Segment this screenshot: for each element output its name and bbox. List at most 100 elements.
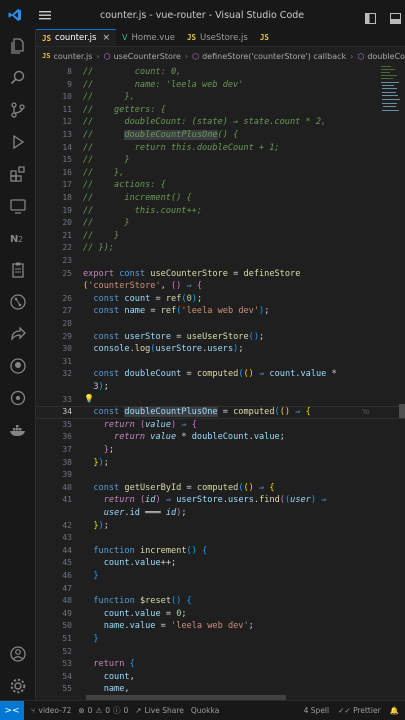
code-line[interactable]: // getters: { xyxy=(83,104,166,117)
remote-explorer-icon[interactable] xyxy=(0,190,36,222)
code-line[interactable]: }; xyxy=(83,444,114,457)
line-number: 18 xyxy=(62,193,72,202)
code-line[interactable]: return value * doubleCount.value; xyxy=(83,431,285,444)
github-icon[interactable] xyxy=(0,350,36,382)
code-editor[interactable]: 8 9 10 11 12 13 14 15 16 17 18 19 20 21 22 23 25 26 27 28 29… xyxy=(36,64,405,700)
code-line[interactable]: // }); xyxy=(83,242,114,255)
problems-indicator[interactable]: ⊗ 0 ⚠ 0 ⓘ 0 xyxy=(78,705,128,716)
code-line[interactable]: // }, xyxy=(83,91,135,104)
panel-toggle-icon[interactable] xyxy=(390,9,401,24)
timeline-icon[interactable] xyxy=(0,382,36,414)
code-line[interactable]: // } xyxy=(83,217,130,230)
layout-toggle-icon[interactable] xyxy=(365,9,376,24)
tab-counter-js[interactable]: JS counter.js × xyxy=(36,29,116,46)
code-line[interactable]: return (id) ⇒ userStore.users.find((user… xyxy=(83,494,327,507)
code-line[interactable]: const doubleCountPlusOne = computed(() ⇒… xyxy=(83,406,311,419)
code-line[interactable]: const doubleCount = computed(() ⇒ count.… xyxy=(83,368,336,381)
code-line[interactable]: // actions: { xyxy=(83,179,166,192)
code-line[interactable]: // } xyxy=(83,230,119,243)
live-share-button[interactable]: ↗ Live Share xyxy=(135,706,184,715)
code-line[interactable]: function increment() { xyxy=(83,545,207,558)
line-number: 28 xyxy=(62,319,72,328)
code-line[interactable]: // this.count++; xyxy=(83,205,202,218)
settings-gear-icon[interactable] xyxy=(0,670,36,702)
live-share-icon[interactable] xyxy=(0,318,36,350)
line-number: 42 xyxy=(62,520,72,530)
line-number: 53 xyxy=(62,659,72,669)
line-number: 9 xyxy=(67,79,72,89)
code-line[interactable]: export const useCounterStore = defineSto… xyxy=(83,268,300,281)
line-number xyxy=(42,280,72,293)
code-line[interactable]: const name = ref('leela web dev'); xyxy=(83,305,269,318)
code-line[interactable]: // return this.doubleCount + 1; xyxy=(83,142,280,155)
code-line[interactable]: count, xyxy=(83,671,135,684)
extensions-icon[interactable] xyxy=(0,158,36,190)
minimap[interactable] xyxy=(379,64,405,700)
git-branch[interactable]: ⑂ video-72 xyxy=(31,706,71,715)
code-line[interactable]: return (value) ⇒ { xyxy=(83,419,197,432)
lightbulb-icon[interactable]: 💡 xyxy=(84,394,94,403)
prettier-status[interactable]: ✓✓ Prettier xyxy=(338,706,381,715)
line-number: 47 xyxy=(62,583,72,593)
line-number: 29 xyxy=(62,331,72,341)
docker-icon[interactable] xyxy=(0,414,36,446)
remote-indicator[interactable]: >< xyxy=(0,701,24,720)
explorer-icon[interactable] xyxy=(0,30,36,62)
code-line[interactable]: const userStore = useUserStore(); xyxy=(83,331,264,344)
tab-home-vue[interactable]: V Home.vue xyxy=(116,29,181,46)
code-line[interactable]: }); xyxy=(83,520,109,533)
code-line[interactable]: // count: 0, xyxy=(83,66,181,79)
line-number: 27 xyxy=(62,306,72,316)
code-line[interactable]: }); xyxy=(83,457,109,470)
hamburger-menu-icon[interactable] xyxy=(30,0,60,30)
source-control-icon[interactable] xyxy=(0,94,36,126)
line-number xyxy=(42,381,72,394)
notifications-bell-icon[interactable]: 🔔 xyxy=(390,706,399,715)
line-number: 50 xyxy=(62,621,72,631)
run-debug-icon[interactable] xyxy=(0,126,36,158)
line-number: 21 xyxy=(62,230,72,240)
tab-usestore-js[interactable]: JS UseStore.js xyxy=(181,29,254,46)
clipboard-icon[interactable] xyxy=(0,254,36,286)
code-line[interactable]: user.id ═══ id); xyxy=(83,507,187,520)
breadcrumb-item[interactable]: defineStore('counterStore') callback xyxy=(202,52,346,61)
code-line[interactable]: // }, xyxy=(83,167,124,180)
code-line[interactable]: return { xyxy=(83,658,134,671)
code-line[interactable]: const count = ref(0); xyxy=(83,293,202,306)
code-line[interactable]: console.log(userStore.users); xyxy=(83,343,243,356)
tab-label: UseStore.js xyxy=(199,32,248,43)
spell-check-status[interactable]: 4 Spell xyxy=(304,706,329,715)
git-graph-icon[interactable] xyxy=(0,286,36,318)
code-line[interactable]: // increment() { xyxy=(83,192,192,205)
code-line[interactable]: // } xyxy=(83,154,130,167)
code-line[interactable]: function $reset() { xyxy=(83,595,191,608)
line-number: 12 xyxy=(62,117,72,127)
line-number: 20 xyxy=(62,218,72,228)
title-bar: counter.js - vue-router - Visual Studio … xyxy=(0,0,405,30)
code-line[interactable]: // doubleCount: (state) ⇒ state.count * … xyxy=(83,116,326,129)
breadcrumb-separator-icon: › xyxy=(350,51,354,61)
tab-overflow[interactable]: JS xyxy=(254,29,279,46)
line-number: 35 xyxy=(62,419,72,429)
code-line[interactable]: count.value = 0; xyxy=(83,608,187,621)
accounts-icon[interactable] xyxy=(0,638,36,670)
breadcrumb-item[interactable]: useCounterStore xyxy=(114,52,181,61)
code-line[interactable]: 3); xyxy=(83,381,109,394)
code-line[interactable]: } xyxy=(83,633,98,646)
breadcrumb-file[interactable]: counter.js xyxy=(53,52,92,61)
code-line[interactable]: name.value = 'leela web dev'; xyxy=(83,620,254,633)
search-icon[interactable] xyxy=(0,62,36,94)
line-number: 22 xyxy=(62,243,72,253)
code-line[interactable]: // name: 'leela web dev' xyxy=(83,79,243,92)
code-line[interactable]: ('counterStore', () ⇒ { xyxy=(83,280,202,293)
quokka-button[interactable]: Quokka xyxy=(191,706,219,715)
nx-console-icon[interactable]: N2 xyxy=(0,222,36,254)
close-tab-icon[interactable]: × xyxy=(102,33,110,43)
code-line[interactable]: count.value++; xyxy=(83,557,176,570)
line-number: 43 xyxy=(62,533,72,543)
code-line[interactable]: } xyxy=(83,570,98,583)
code-line[interactable]: // doubleCountPlusOne() { xyxy=(83,129,238,142)
code-line[interactable]: const getUserById = computed(() ⇒ { xyxy=(83,482,274,495)
breadcrumb-item[interactable]: doubleCount xyxy=(367,52,405,61)
vertical-scrollbar[interactable] xyxy=(399,404,405,418)
